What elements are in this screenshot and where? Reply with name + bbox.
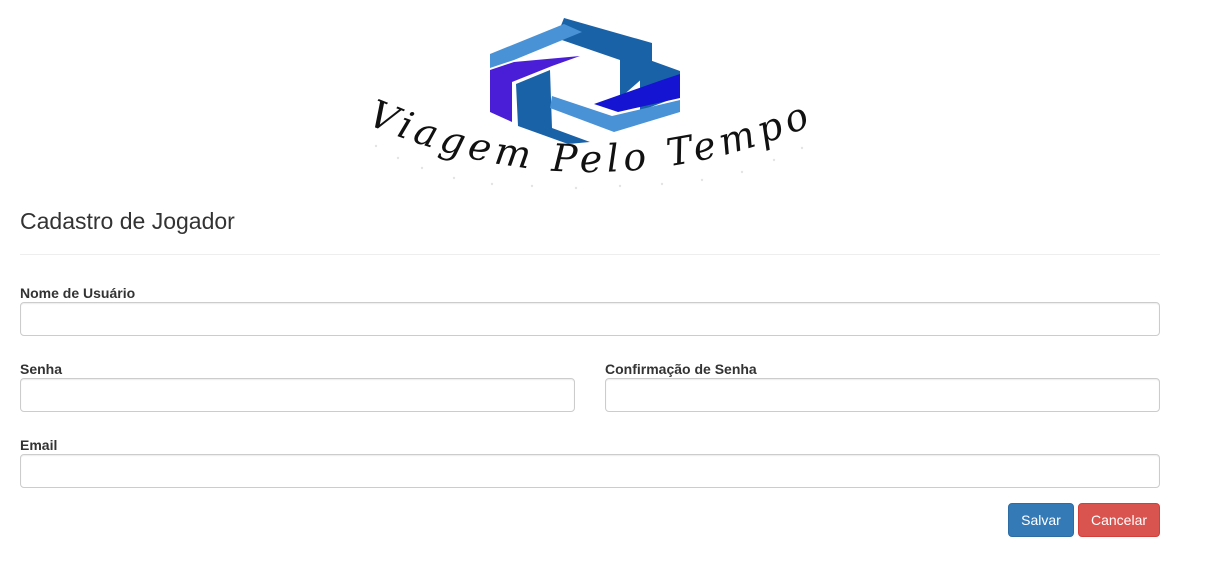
email-input[interactable] [20,454,1160,488]
password-input[interactable] [20,378,575,412]
title-divider [20,254,1160,255]
password-confirm-input[interactable] [605,378,1160,412]
username-input[interactable] [20,302,1160,336]
cancel-button[interactable]: Cancelar [1078,503,1160,537]
logo-text: Viagem Pelo Tempo [363,91,814,181]
page-title: Cadastro de Jogador [20,208,235,234]
svg-text:Viagem Pelo Tempo: Viagem Pelo Tempo [363,91,818,181]
password-label: Senha [20,361,63,377]
registration-page: Viagem Pelo Tempo Cadastro de Jogador No… [0,0,1232,565]
viagem-pelo-tempo-logo: Viagem Pelo Tempo [362,8,818,194]
email-label: Email [20,437,58,453]
username-label: Nome de Usuário [20,285,136,301]
password-confirm-label: Confirmação de Senha [605,361,757,377]
save-button[interactable]: Salvar [1008,503,1074,537]
